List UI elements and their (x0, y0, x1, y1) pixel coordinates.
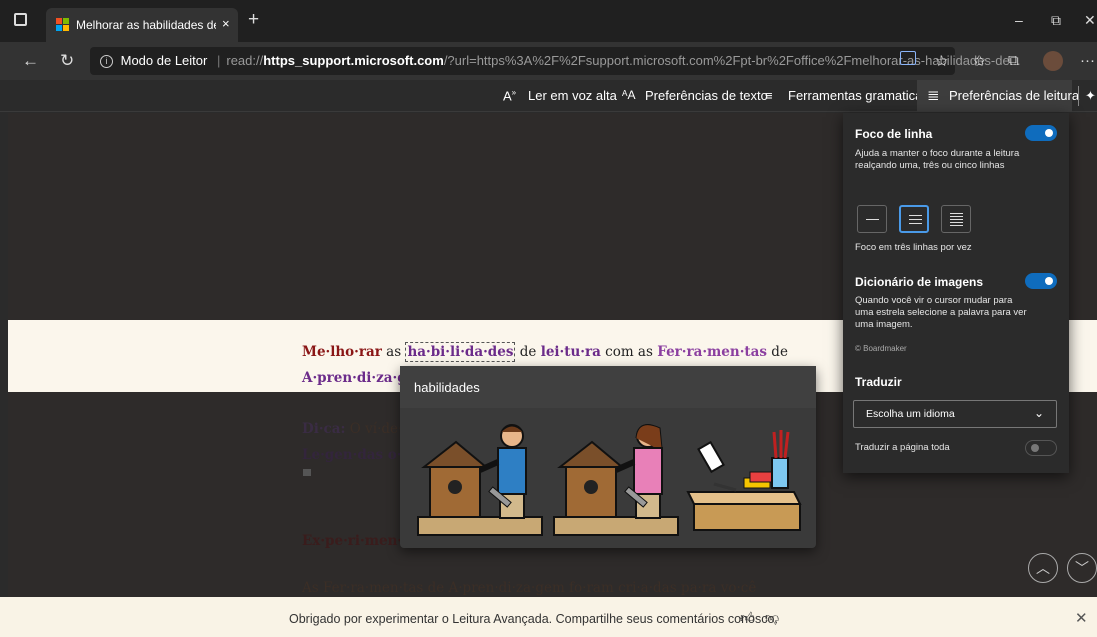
url-path: /?url=https%3A%2F%2Fsupport.microsoft.co… (443, 53, 1021, 68)
word-ferramentas[interactable]: Fer·ra·men·tas (657, 344, 767, 360)
url-prefix: read:// (226, 53, 264, 68)
toolbar-divider (1078, 86, 1079, 106)
close-window-button[interactable]: ✕ (1084, 12, 1096, 29)
back-arrow-icon[interactable]: ← (22, 51, 39, 71)
reader-toolbar: A» Ler em voz alta ᴬA Preferências de te… (0, 80, 1097, 112)
line-focus-caption: Foco em três linhas por vez (855, 242, 972, 253)
tip-label: Di·ca: (302, 421, 346, 437)
reading-preferences-label: Preferências de leitura (949, 88, 1080, 103)
info-icon[interactable]: i (100, 55, 113, 69)
read-aloud-icon: A» (503, 88, 517, 104)
article-bottom-line: As Fer·ra·men·tas de A·pren·di·za·gem fo… (302, 580, 757, 596)
reader-mode-label: Modo de Leitor (120, 53, 208, 68)
illustration-man-building-birdhouse (417, 424, 543, 536)
restore-button[interactable]: ⧉ (1051, 12, 1061, 29)
word-com-as: com as (605, 344, 653, 360)
word-melhorar[interactable]: Me·lho·rar (302, 344, 382, 360)
legend-line: Le·gen·das o·c (302, 447, 410, 463)
three-lines-button[interactable] (899, 205, 929, 233)
reading-preferences-panel: Foco de linha Ajuda a manter o foco dura… (843, 113, 1069, 473)
collections-icon[interactable]: ⧉ (1008, 52, 1019, 69)
caption-icon (303, 469, 311, 476)
language-select[interactable]: Escolha um idioma ⌄ (853, 400, 1057, 428)
picture-dictionary-toggle[interactable] (1025, 273, 1057, 289)
one-line-button[interactable] (857, 205, 887, 233)
five-lines-button[interactable] (941, 205, 971, 233)
reading-preferences-button[interactable]: ≣ Preferências de leitura (917, 80, 1079, 112)
url-text: i Modo de Leitor | read://https_support.m… (100, 53, 1021, 69)
read-aloud-button[interactable]: Ler em voz alta (528, 88, 617, 103)
title-bar: Melhorar as habilidades de leitur × + – … (0, 0, 1097, 42)
line-focus-title: Foco de linha (855, 127, 933, 141)
new-tab-button[interactable]: + (248, 9, 259, 31)
feedback-message: Obrigado por experimentar o Leitura Avan… (289, 612, 778, 626)
picture-dictionary-popup: habilidades (400, 366, 816, 548)
tip-text: O ví·de· (349, 421, 403, 437)
add-favorite-icon[interactable]: ☆ (935, 52, 948, 70)
word-de-2: de (771, 344, 788, 360)
immersive-reader-icon[interactable] (900, 51, 916, 65)
picture-dictionary-title: Dicionário de imagens (855, 275, 984, 289)
popup-word: habilidades (400, 366, 816, 408)
tab-close-icon[interactable]: × (222, 16, 230, 31)
word-as: as (386, 344, 402, 360)
language-placeholder: Escolha um idioma (866, 408, 955, 420)
text-preferences-icon: ᴬA (622, 88, 636, 102)
scroll-down-button[interactable]: ﹀ (1067, 553, 1097, 583)
tip-line: Di·ca: O ví·de· (302, 421, 402, 437)
browser-tab[interactable]: Melhorar as habilidades de leitur × (46, 8, 238, 42)
pin-icon[interactable]: ✦ (1085, 88, 1096, 104)
text-preferences-button[interactable]: Preferências de texto (645, 88, 768, 103)
word-leitura[interactable]: lei·tu·ra (541, 344, 601, 360)
reading-preferences-icon: ≣ (927, 87, 940, 104)
address-bar[interactable]: i Modo de Leitor | read://https_support.m… (90, 47, 1021, 75)
experiment-line: Ex·pe·ri·men· (302, 533, 403, 549)
url-separator: | (216, 53, 221, 68)
article-line-1: Me·lho·rar as ha·bi·li·da·des de lei·tu·… (302, 342, 788, 362)
line-focus-toggle[interactable] (1025, 125, 1057, 141)
article-line-2: A·pren·di·za·g (302, 370, 407, 386)
close-feedback-icon[interactable]: ✕ (1075, 609, 1088, 627)
translate-page-toggle[interactable] (1025, 440, 1057, 456)
grammar-tools-icon: ≡ (765, 88, 773, 103)
chevron-down-icon: ⌄ (1033, 406, 1044, 420)
translate-title: Traduzir (855, 375, 902, 389)
url-domain: https_support.microsoft.com (263, 53, 444, 68)
favorites-icon[interactable]: ✩ (973, 52, 986, 70)
more-options-icon[interactable]: ··· (1080, 52, 1095, 69)
microsoft-logo-icon (56, 18, 70, 32)
minimize-button[interactable]: – (1015, 12, 1023, 28)
word-habilidades[interactable]: ha·bi·li·da·des (405, 342, 516, 362)
feedback-bar: Obrigado por experimentar o Leitura Avan… (0, 597, 1097, 637)
tab-title: Melhorar as habilidades de leitur (76, 18, 216, 32)
line-focus-description: Ajuda a manter o foco durante a leitura … (855, 148, 1020, 171)
tab-actions-icon[interactable] (14, 13, 27, 26)
illustration-woman-building-birdhouse (553, 424, 679, 536)
grammar-tools-button[interactable]: Ferramentas gramaticais (788, 88, 932, 103)
picture-dictionary-description: Quando você vir o cursor mudar para uma … (855, 295, 1027, 330)
profile-avatar[interactable] (1043, 51, 1063, 71)
thumbs-down-icon[interactable]: 👎︎ (765, 609, 779, 626)
boardmaker-credit: © Boardmaker (855, 344, 907, 353)
refresh-icon[interactable]: ↻ (60, 51, 74, 71)
scroll-up-button[interactable]: ︿ (1028, 553, 1058, 583)
illustration-craft-supplies (686, 430, 802, 531)
thumbs-up-icon[interactable]: 👍︎ (740, 609, 755, 626)
navigation-bar: ← ↻ i Modo de Leitor | read://https_suppo… (0, 42, 1097, 80)
word-de: de (519, 344, 537, 360)
translate-page-label: Traduzir a página toda (855, 442, 950, 453)
